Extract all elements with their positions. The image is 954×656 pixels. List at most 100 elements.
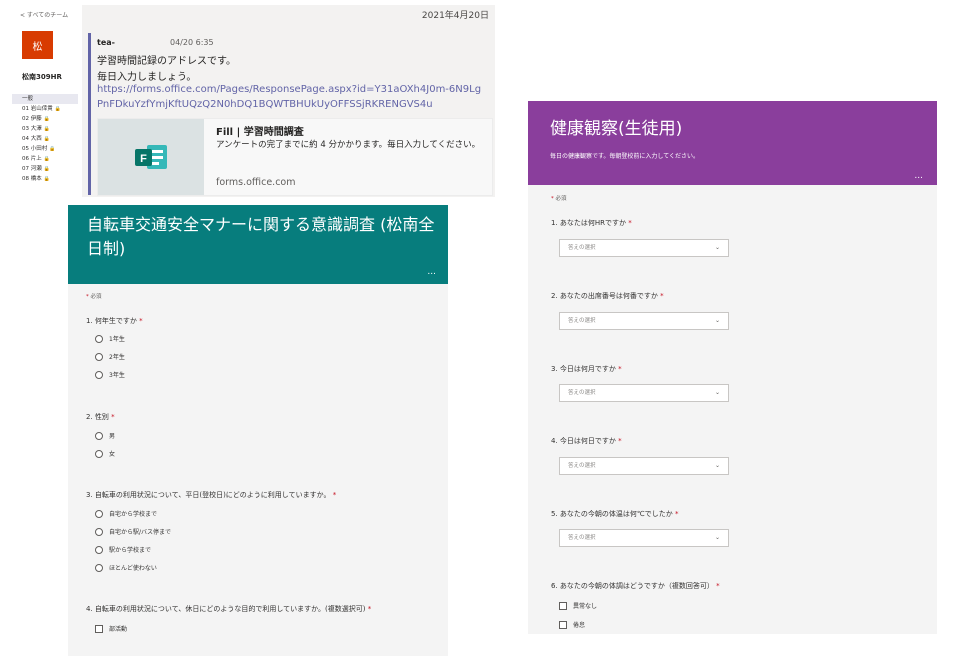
radio-option[interactable]: 男	[95, 431, 115, 440]
card-description: アンケートの完了までに約 4 分かかります。毎日入力してください。	[216, 140, 481, 150]
message-text: 毎日入力しましょう。	[97, 72, 197, 83]
channel-item[interactable]: 08 橋本 🔒	[12, 174, 78, 184]
radio-button[interactable]	[95, 545, 103, 554]
required-note: * 必須	[551, 196, 567, 202]
required-note: * 必須	[86, 294, 102, 300]
channel-label: 01 岩山倖貴	[22, 106, 53, 112]
lock-icon: 🔒	[43, 136, 50, 142]
form-title: 自転車交通安全マナーに関する意識調査 (松南全日制)	[87, 215, 435, 258]
checkbox-option[interactable]: 部活動	[95, 624, 127, 633]
link-preview-card[interactable]: F Fill | 学習時間調査 アンケートの完了までに約 4 分かかります。毎日…	[97, 118, 493, 196]
team-avatar: 松	[22, 31, 53, 59]
checkbox-option[interactable]: 倦怠	[559, 620, 585, 629]
teams-sidebar: < すべてのチーム 松 松南309HR 一般 01 岩山倖貴 🔒 02 伊藤 🔒 0…	[12, 0, 78, 204]
message-accent-bar	[88, 33, 91, 195]
question-title: 4. 今日は何日ですか *	[551, 437, 622, 445]
channel-item[interactable]: 05 小田村 🔒	[12, 144, 78, 154]
answer-dropdown[interactable]: 答えの選択 ⌄	[559, 239, 729, 257]
question-title: 3. 今日は何月ですか *	[551, 365, 622, 373]
chevron-down-icon: ⌄	[714, 317, 720, 324]
channel-label: 05 小田村	[22, 146, 48, 152]
message-author[interactable]: tea-	[97, 38, 115, 47]
answer-dropdown[interactable]: 答えの選択 ⌄	[559, 312, 729, 330]
message-link[interactable]: PnFDkuYzfYmjKftUQzQ2N0hDQ1BQWTBHUkUyOFFS…	[97, 99, 433, 110]
channel-label: 06 片上	[22, 156, 42, 162]
radio-option[interactable]: 自宅から学校まで	[95, 509, 157, 518]
answer-dropdown[interactable]: 答えの選択 ⌄	[559, 384, 729, 402]
radio-button[interactable]	[95, 431, 103, 440]
channel-item[interactable]: 01 岩山倖貴 🔒	[12, 104, 78, 114]
radio-option[interactable]: 2年生	[95, 352, 125, 361]
more-options-icon[interactable]: ...	[427, 267, 436, 277]
bicycle-survey-form: 自転車交通安全マナーに関する意識調査 (松南全日制) ... * 必須 1. 何…	[68, 205, 448, 656]
message-link[interactable]: https://forms.office.com/Pages/ResponseP…	[97, 84, 481, 95]
checkbox[interactable]	[559, 601, 567, 610]
form-header: 自転車交通安全マナーに関する意識調査 (松南全日制) ...	[68, 205, 448, 284]
team-name: 松南309HR	[22, 73, 62, 81]
radio-option[interactable]: 3年生	[95, 370, 125, 379]
back-to-all-teams-link[interactable]: < すべてのチーム	[20, 10, 68, 19]
radio-option[interactable]: 女	[95, 449, 115, 458]
message-timestamp: 04/20 6:35	[170, 38, 214, 47]
question-title: 5. あなたの今朝の体温は何℃でしたか *	[551, 510, 679, 518]
checkbox-option[interactable]: 異常なし	[559, 601, 597, 610]
radio-button[interactable]	[95, 527, 103, 536]
channel-label: 04 大西	[22, 136, 42, 142]
channel-label: 02 伊藤	[22, 116, 42, 122]
channel-label: 03 大澤	[22, 126, 42, 132]
lock-icon: 🔒	[43, 126, 50, 132]
chevron-down-icon: ⌄	[714, 389, 720, 396]
radio-button[interactable]	[95, 370, 103, 379]
question-title: 1. あなたは何HRですか *	[551, 219, 632, 227]
date-divider: 2021年4月20日	[421, 11, 489, 21]
forms-app-icon: F	[98, 119, 204, 195]
question-title: 4. 自転車の利用状況について、休日にどのような目的で利用していますか。(複数選…	[86, 605, 372, 613]
question-title: 3. 自転車の利用状況について、平日(登校日)にどのように利用していますか。 *	[86, 491, 337, 499]
lock-icon: 🔒	[43, 156, 50, 162]
form-description: 毎日の健康観察です。毎朝登校前に入力してください。	[550, 153, 700, 160]
form-header: 健康観察(生徒用) 毎日の健康観察です。毎朝登校前に入力してください。 ...	[528, 101, 937, 185]
lock-icon: 🔒	[49, 146, 56, 152]
card-title[interactable]: Fill | 学習時間調査	[216, 123, 304, 138]
radio-button[interactable]	[95, 563, 103, 572]
radio-button[interactable]	[95, 449, 103, 458]
lock-icon: 🔒	[43, 176, 50, 182]
chevron-down-icon: ⌄	[714, 534, 720, 541]
channel-label: 08 橋本	[22, 176, 42, 182]
chevron-down-icon: ⌄	[714, 244, 720, 251]
radio-option[interactable]: 1年生	[95, 334, 125, 343]
channel-list: 一般 01 岩山倖貴 🔒 02 伊藤 🔒 03 大澤 🔒 04 大西 🔒 05 小田村 🔒…	[12, 94, 78, 184]
chat-panel: 2021年4月20日 tea- 04/20 6:35 学習時間記録のアドレスです…	[82, 5, 495, 197]
channel-item[interactable]: 一般	[12, 94, 78, 104]
radio-option[interactable]: ほとんど使わない	[95, 563, 157, 572]
answer-dropdown[interactable]: 答えの選択 ⌄	[559, 457, 729, 475]
svg-text:F: F	[140, 153, 147, 165]
radio-option[interactable]: 駅から学校まで	[95, 545, 151, 554]
channel-item[interactable]: 07 河瀬 🔒	[12, 164, 78, 174]
lock-icon: 🔒	[43, 166, 50, 172]
lock-icon: 🔒	[54, 106, 61, 112]
card-domain: forms.office.com	[216, 177, 296, 188]
radio-button[interactable]	[95, 352, 103, 361]
checkbox[interactable]	[559, 620, 567, 629]
radio-option[interactable]: 自宅から駅/バス停まで	[95, 527, 171, 536]
channel-label: 一般	[22, 96, 34, 102]
answer-dropdown[interactable]: 答えの選択 ⌄	[559, 529, 729, 547]
checkbox[interactable]	[95, 624, 103, 633]
question-title: 1. 何年生ですか *	[86, 317, 143, 325]
form-title: 健康観察(生徒用)	[550, 119, 683, 139]
channel-item[interactable]: 02 伊藤 🔒	[12, 114, 78, 124]
channel-item[interactable]: 06 片上 🔒	[12, 154, 78, 164]
channel-item[interactable]: 03 大澤 🔒	[12, 124, 78, 134]
more-options-icon[interactable]: ...	[914, 171, 923, 181]
question-title: 2. あなたの出席番号は何番ですか *	[551, 292, 664, 300]
channel-item[interactable]: 04 大西 🔒	[12, 134, 78, 144]
message-text: 学習時間記録のアドレスです。	[97, 56, 236, 67]
radio-button[interactable]	[95, 509, 103, 518]
chevron-down-icon: ⌄	[714, 462, 720, 469]
radio-button[interactable]	[95, 334, 103, 343]
question-title: 6. あなたの今朝の体調はどうですか（複数回答可） *	[551, 582, 720, 590]
lock-icon: 🔒	[43, 116, 50, 122]
health-check-form: 健康観察(生徒用) 毎日の健康観察です。毎朝登校前に入力してください。 ... …	[528, 101, 937, 634]
channel-label: 07 河瀬	[22, 166, 42, 172]
